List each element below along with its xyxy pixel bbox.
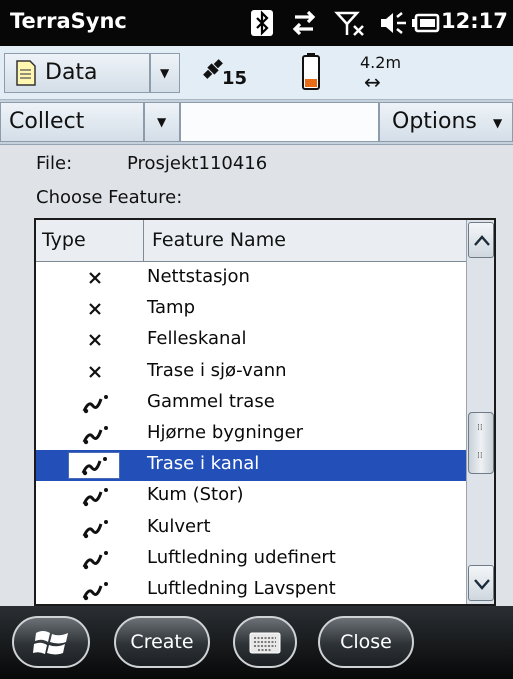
options-menu-button[interactable]: Options ▼ [379,102,513,142]
chevron-down-icon: ▼ [493,116,503,130]
close-button[interactable]: Close [318,616,414,668]
file-value: Prosjekt110416 [127,153,268,174]
options-label: Options [392,109,477,134]
chevron-down-icon: ▼ [160,66,170,80]
scrollbar[interactable]: ⁞⁞ ⁞⁞ [466,220,494,604]
action-toolbar: Collect ▼ Options ▼ [0,100,513,145]
line-feature-icon [81,548,111,572]
list-item[interactable]: Kum (Stor) [36,481,476,512]
start-button[interactable] [12,616,90,668]
type-column-header[interactable]: Type [42,229,86,251]
line-feature-icon [81,392,111,416]
choose-feature-label: Choose Feature: [36,187,183,208]
feature-name: Trase i sjø-vann [147,359,287,381]
list-item[interactable]: Nettstasjon [36,263,476,294]
list-item[interactable]: Gammel trase [36,388,476,419]
list-item[interactable]: Trase i sjø-vann [36,357,476,388]
collect-dropdown[interactable]: Collect [0,102,144,142]
create-button[interactable]: Create [114,616,210,668]
toolbar-spacer [180,102,379,142]
feature-list[interactable]: Type Feature Name Nettstasjon Tamp Fellesk… [34,218,496,606]
line-feature-icon [81,423,111,447]
line-feature-icon [81,485,111,509]
scroll-down-button[interactable] [468,565,494,601]
double-arrow-icon: ↔ [364,70,381,94]
list-item[interactable]: Hjørne bygninger [36,419,476,450]
windows-logo-icon [33,631,68,655]
volume-icon[interactable] [378,9,408,37]
app-title: TerraSync [10,9,127,33]
collect-dropdown-arrow[interactable]: ▼ [144,102,180,142]
feature-name: Tamp [147,297,196,319]
column-divider [143,220,144,262]
feature-name: Nettstasjon [147,266,250,287]
chevron-down-icon: ▼ [157,115,167,129]
receiver-battery-icon[interactable] [300,52,322,92]
point-x-icon [81,267,111,291]
feature-name: Hjørne bygninger [147,422,304,443]
clock: 12:17 [441,9,508,33]
section-dropdown-arrow[interactable]: ▼ [150,53,180,93]
bluetooth-icon[interactable] [250,9,274,37]
feature-name: Trase i kanal [147,453,260,475]
signal-off-icon[interactable] [334,9,366,37]
scroll-thumb[interactable]: ⁞⁞ ⁞⁞ [468,412,494,474]
name-column-header[interactable]: Feature Name [152,229,286,251]
feature-name: Luftledning Lavspent [147,578,336,599]
list-header: Type Feature Name [36,220,476,262]
feature-name: Felleskanal [147,328,247,350]
chevron-up-icon [474,235,490,246]
title-bar: TerraSync 12:17 [0,0,513,46]
line-feature-icon [81,517,111,541]
feature-name: Gammel trase [147,390,275,412]
keyboard-button[interactable] [233,616,297,668]
list-item[interactable]: Luftledning Lavspent [36,575,476,604]
line-feature-icon [81,579,111,603]
satellite-count: 15 [222,68,248,89]
point-x-icon [81,361,111,385]
collect-label: Collect [9,109,85,134]
status-toolbar: Data ▼ 15 4.2m ↔ [0,46,513,100]
scroll-up-button[interactable] [468,222,494,258]
file-label: File: [36,153,73,174]
connectivity-icon[interactable] [289,9,319,37]
list-item[interactable]: Luftledning udefinert [36,544,476,575]
point-x-icon [81,329,111,353]
bottom-bar: Create Close [0,606,513,679]
battery-icon[interactable] [410,9,442,37]
section-label: Data [45,60,98,85]
document-icon [16,60,36,86]
feature-name: Luftledning udefinert [147,546,336,568]
grip-icon: ⁞⁞ [477,451,483,461]
section-dropdown[interactable]: Data [4,53,150,93]
keyboard-icon [249,632,281,654]
list-item[interactable]: Felleskanal [36,325,476,356]
list-item[interactable]: Trase i kanal [36,450,476,482]
feature-name: Kum (Stor) [147,484,244,506]
chevron-down-icon [474,579,490,590]
feature-name: Kulvert [147,515,211,537]
grip-icon: ⁞⁞ [477,423,483,433]
line-feature-icon [68,452,120,480]
list-rows: Nettstasjon Tamp Felleskanal Trase i sjø-va… [36,263,476,604]
list-item[interactable]: Kulvert [36,513,476,544]
list-item[interactable]: Tamp [36,294,476,325]
point-x-icon [81,298,111,322]
